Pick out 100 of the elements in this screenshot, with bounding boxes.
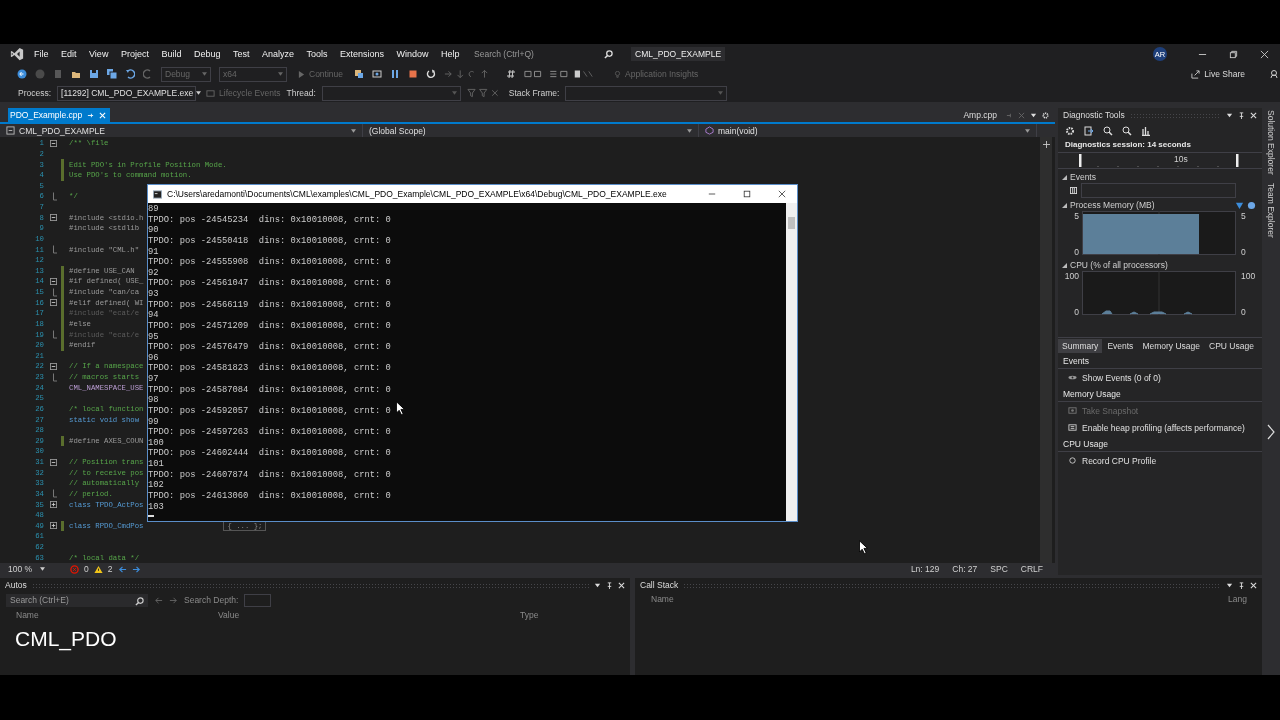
zoom-out-icon[interactable] [1122,126,1132,136]
zoom-dropdown[interactable]: 100 % [8,564,46,574]
pin-icon[interactable] [1238,581,1245,589]
expand-icon[interactable] [50,501,57,509]
open-folder-icon[interactable] [71,69,81,79]
pause-bars-icon[interactable] [1070,186,1077,194]
summary-action[interactable]: Record CPU Profile [1058,452,1262,469]
menu-item[interactable]: View [89,49,109,59]
side-tab[interactable]: Solution Explorer [1266,110,1276,175]
axis-label: 0 [1074,307,1079,317]
project-icon [6,126,15,135]
column-header[interactable]: Name [651,594,674,604]
tab[interactable]: CPU Usage [1205,339,1258,353]
caret-icon[interactable] [1226,111,1233,119]
summary-action[interactable]: Show Events (0 of 0) [1058,369,1262,386]
back-icon[interactable] [17,69,27,79]
tab[interactable]: Memory Usage [1138,339,1204,353]
add-icon[interactable] [1042,141,1050,148]
tab[interactable]: Events [1103,339,1138,353]
axis-label: 0 [1241,307,1246,317]
search-field[interactable]: Search (Ctrl+E) [6,593,148,607]
collapse-icon[interactable] [50,139,57,147]
menu-item[interactable]: Tools [306,49,328,59]
collapse-icon[interactable] [50,362,57,370]
console-line: TPDO: pos -24561047 dins: 0x10010008, crnt: 0 [148,278,391,289]
warning-icon[interactable] [93,564,103,574]
bar-chart-icon[interactable] [1141,126,1151,136]
collapse-icon[interactable] [50,277,57,285]
console-line: TPDO: pos -24597263 dins: 0x10010008, crnt: 0 [148,427,391,438]
caret-icon[interactable] [1030,111,1037,119]
indent-mode[interactable]: SPC [990,564,1008,574]
console-line: 89 [148,204,159,215]
restart-icon[interactable] [426,69,437,79]
menu-item[interactable]: Test [232,49,250,59]
forward-arrow-icon[interactable] [131,564,141,574]
menu-item[interactable]: Help [441,49,460,59]
maximize-icon[interactable] [743,190,751,198]
console-window[interactable] [147,184,798,522]
mouse-pointer-icon [859,540,868,555]
collapse-icon[interactable] [50,214,57,222]
live-share-button[interactable]: Live Share [1188,69,1248,79]
share-icon [1191,69,1201,79]
collapse-icon[interactable] [50,299,57,307]
close-icon[interactable] [778,190,786,198]
undo-icon[interactable] [125,69,135,79]
caret-icon[interactable] [594,581,601,589]
breakpoint-icons-drawing[interactable] [524,69,595,79]
document-tab[interactable]: Amp.cpp [963,110,997,120]
caret-icon[interactable] [1226,581,1233,589]
collapse-triangle-icon[interactable] [1062,262,1067,268]
save-icon[interactable] [89,69,99,79]
summary-action[interactable]: Enable heap profiling (affects performance) [1058,419,1262,436]
hex-icon[interactable] [506,69,517,79]
search-field[interactable]: Search (Ctrl+Q) [474,46,618,62]
export-icon[interactable] [1084,126,1094,136]
menu-item[interactable]: Build [161,49,182,59]
menu-item[interactable]: File [34,49,49,59]
pin-icon[interactable] [606,581,613,589]
settings-icon[interactable] [1065,126,1075,136]
save-all-icon[interactable] [107,69,117,79]
error-icon[interactable] [70,564,80,574]
restore-icon[interactable] [1229,49,1238,59]
windows-icon[interactable] [354,69,365,79]
collapse-icon[interactable] [50,458,57,466]
pin-icon[interactable] [1238,111,1245,119]
side-tab[interactable]: Team Explorer [1266,182,1276,238]
back-arrow-icon[interactable] [117,564,127,574]
collapse-triangle-icon[interactable] [1062,174,1067,180]
process-label: Process: [18,88,52,98]
axis-label: 100 [1064,271,1079,281]
menu-item[interactable]: Analyze [261,49,294,59]
menu-item[interactable]: Project [120,49,149,59]
back-arrow-icon[interactable] [154,595,163,605]
feedback-icon[interactable] [1270,69,1280,79]
stop-icon[interactable] [408,69,419,79]
pause-icon[interactable] [390,69,401,79]
expand-icon[interactable] [50,522,57,530]
console-line: 96 [148,352,159,364]
line-ending[interactable]: CRLF [1020,564,1043,574]
settings-icon[interactable] [1042,111,1049,119]
menu-item[interactable]: Debug [193,49,221,59]
column-header[interactable]: Value [218,610,520,620]
collapse-triangle-icon[interactable] [1062,202,1067,208]
scrollbar[interactable] [786,203,797,521]
menu-item[interactable]: Edit [61,49,77,59]
forward-arrow-icon[interactable] [169,595,178,605]
column-header[interactable]: Type [520,610,539,620]
warning-count[interactable]: 2 [107,564,113,574]
console-line: TPDO: pos -24581823 dins: 0x10010008, crnt: 0 [148,363,391,374]
redo-icon[interactable] [143,69,153,79]
tab[interactable]: Summary [1058,339,1103,353]
menu-item[interactable]: Window [396,49,429,59]
column-header[interactable]: Name [16,610,218,620]
screenshot-icon[interactable] [372,69,383,79]
timeline-label: 10s [1174,154,1188,164]
error-count[interactable]: 0 [84,564,89,574]
chevron-right-icon[interactable] [1267,423,1275,440]
zoom-in-icon[interactable] [1103,126,1113,136]
menu-item[interactable]: Extensions [340,49,385,59]
column-header[interactable]: Lang [1228,594,1247,604]
